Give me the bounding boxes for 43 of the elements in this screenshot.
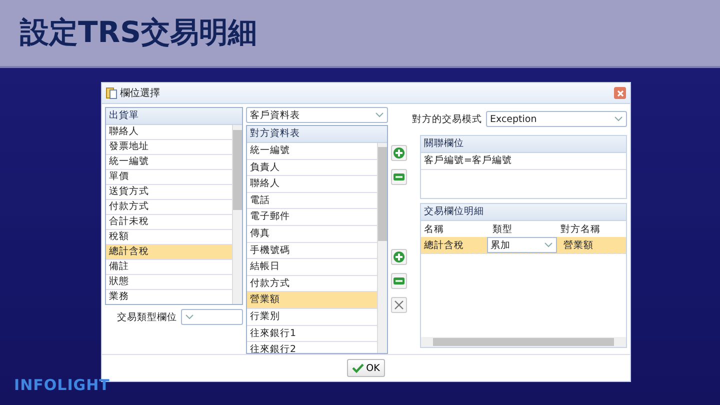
- field-label: 對方的交易模式: [412, 112, 482, 126]
- caret-icon: [185, 314, 194, 320]
- delete-button[interactable]: [391, 297, 407, 313]
- plus-icon: [393, 251, 405, 263]
- caret-icon: [614, 116, 623, 122]
- scrollbar[interactable]: [232, 125, 242, 304]
- grid-row[interactable]: 客戶編號=客戶編號: [421, 153, 626, 170]
- add-button[interactable]: [391, 249, 407, 265]
- list-header: 對方資料表: [247, 126, 387, 143]
- type-dropdown[interactable]: 累加: [486, 237, 558, 253]
- column-header: 對方名稱: [560, 222, 602, 236]
- x-icon: [394, 300, 404, 310]
- column-header: 類型: [491, 222, 514, 236]
- remove-button[interactable]: [391, 169, 407, 185]
- close-icon: [616, 88, 624, 98]
- grid-header: 關聯欄位: [421, 136, 626, 153]
- slide-title: 設定TRS交易明細: [20, 14, 257, 51]
- add-button[interactable]: [391, 145, 407, 161]
- list-item[interactable]: 總計含稅: [106, 245, 232, 260]
- check-icon: [352, 363, 364, 373]
- type-dropdown[interactable]: [181, 309, 243, 325]
- company-logo: INFOLIGHT: [14, 376, 110, 394]
- dialog-title: 欄位選擇: [120, 86, 160, 100]
- list-item[interactable]: 營業額: [247, 292, 377, 309]
- close-button[interactable]: [614, 87, 626, 99]
- scrollbar[interactable]: [421, 337, 626, 347]
- caret-icon: [544, 242, 554, 248]
- scrollbar[interactable]: [377, 143, 387, 353]
- list-header: 出貨單: [106, 108, 242, 125]
- grid-header: 交易欄位明細: [421, 204, 626, 221]
- field-label: 交易類型欄位: [117, 310, 177, 324]
- ok-button[interactable]: OK: [347, 359, 385, 377]
- document-icon: [106, 87, 117, 99]
- remove-button[interactable]: [391, 273, 407, 289]
- table-dropdown[interactable]: 客戶資料表: [246, 107, 388, 123]
- column-header: 名稱: [423, 222, 445, 236]
- table-cell-text: 營業額: [562, 238, 594, 252]
- minus-icon: [393, 277, 405, 285]
- plus-icon: [393, 147, 405, 159]
- mode-dropdown[interactable]: Exception: [486, 111, 627, 127]
- table-cell-text: 總計含稅: [423, 238, 465, 252]
- caret-icon: [375, 112, 384, 118]
- minus-icon: [393, 173, 405, 181]
